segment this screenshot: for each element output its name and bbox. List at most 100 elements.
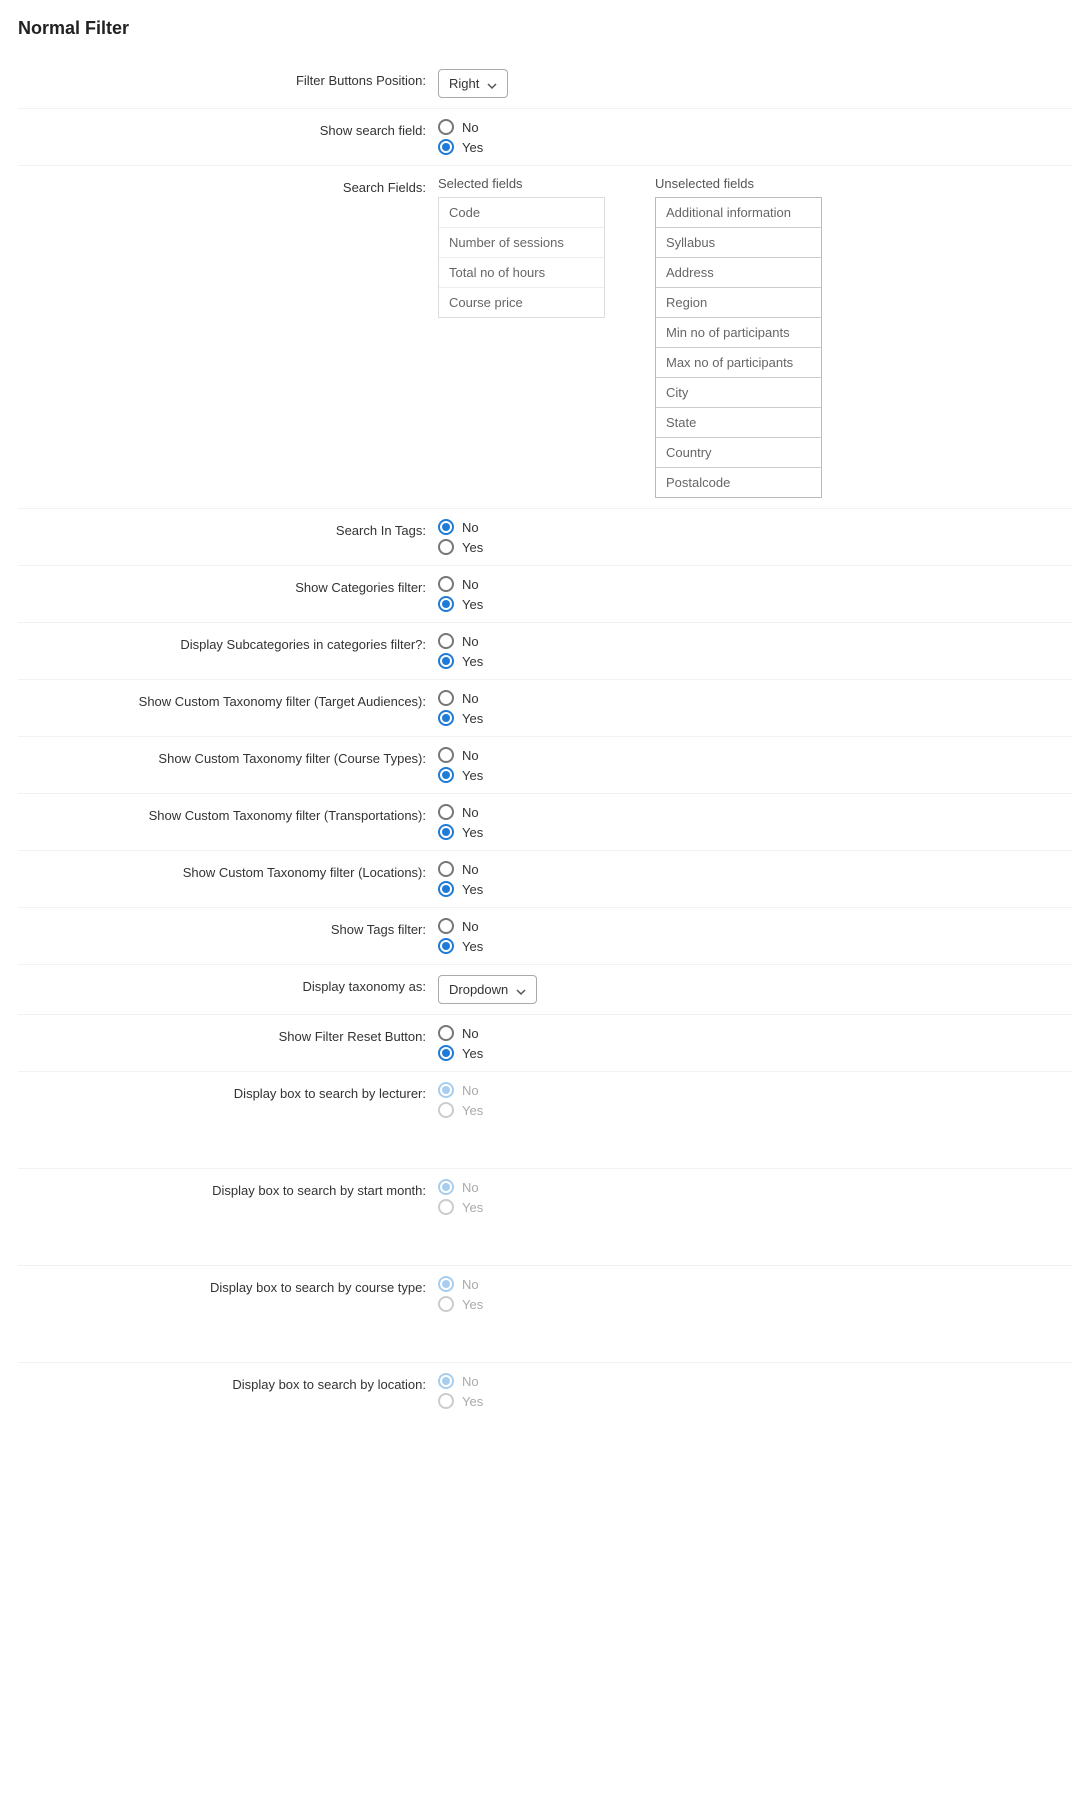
display-subcategories-option-no[interactable]: No	[438, 633, 483, 649]
radio-icon	[438, 576, 454, 592]
radio-label: Yes	[462, 882, 483, 897]
display-box-lecturer-label: Display box to search by lecturer:	[18, 1082, 438, 1118]
show-search-field-label: Show search field:	[18, 119, 438, 155]
row-show-taxonomy-transportations: Show Custom Taxonomy filter (Transportat…	[18, 794, 1072, 851]
row-display-box-lecturer: Display box to search by lecturer: No Yes	[18, 1072, 1072, 1169]
radio-label: No	[462, 120, 479, 135]
show-taxonomy-locations-option-no[interactable]: No	[438, 861, 483, 877]
show-categories-filter-option-no[interactable]: No	[438, 576, 483, 592]
field-item[interactable]: Min no of participants	[656, 318, 821, 348]
show-taxonomy-transportations-option-yes[interactable]: Yes	[438, 824, 483, 840]
show-taxonomy-course-types-radio-group: No Yes	[438, 747, 483, 783]
row-display-subcategories: Display Subcategories in categories filt…	[18, 623, 1072, 680]
row-search-fields: Search Fields: Selected fields CodeNumbe…	[18, 166, 1072, 509]
display-box-course-type-label: Display box to search by course type:	[18, 1276, 438, 1312]
radio-label: Yes	[462, 1046, 483, 1061]
show-filter-reset-button-option-yes[interactable]: Yes	[438, 1045, 483, 1061]
display-box-course-type-radio-group: NoYes	[438, 1276, 483, 1312]
show-taxonomy-target-audiences-label: Show Custom Taxonomy filter (Target Audi…	[18, 690, 438, 726]
show-taxonomy-course-types-option-yes[interactable]: Yes	[438, 767, 483, 783]
show-categories-filter-label: Show Categories filter:	[18, 576, 438, 612]
field-item[interactable]: Country	[656, 438, 821, 468]
search-in-tags-option-yes[interactable]: Yes	[438, 539, 483, 555]
row-show-taxonomy-locations: Show Custom Taxonomy filter (Locations):…	[18, 851, 1072, 908]
show-search-field-radio-group: No Yes	[438, 119, 483, 155]
radio-label: No	[462, 634, 479, 649]
field-item[interactable]: Number of sessions	[439, 228, 604, 258]
display-subcategories-label: Display Subcategories in categories filt…	[18, 633, 438, 669]
filter-buttons-position-value: Right	[449, 76, 479, 91]
show-search-field-option-no[interactable]: No	[438, 119, 483, 135]
field-item[interactable]: Total no of hours	[439, 258, 604, 288]
radio-label: Yes	[462, 825, 483, 840]
radio-icon	[438, 519, 454, 535]
show-taxonomy-target-audiences-option-no[interactable]: No	[438, 690, 483, 706]
radio-label: No	[462, 862, 479, 877]
show-filter-reset-button-label: Show Filter Reset Button:	[18, 1025, 438, 1061]
row-show-taxonomy-course-types: Show Custom Taxonomy filter (Course Type…	[18, 737, 1072, 794]
row-show-taxonomy-target-audiences: Show Custom Taxonomy filter (Target Audi…	[18, 680, 1072, 737]
radio-icon	[438, 119, 454, 135]
field-item[interactable]: Code	[439, 198, 604, 228]
radio-label: No	[462, 805, 479, 820]
show-taxonomy-transportations-radio-group: No Yes	[438, 804, 483, 840]
field-item[interactable]: City	[656, 378, 821, 408]
row-show-search-field: Show search field: No Yes	[18, 109, 1072, 166]
row-search-in-tags: Search In Tags: No Yes	[18, 509, 1072, 566]
show-categories-filter-option-yes[interactable]: Yes	[438, 596, 483, 612]
field-item[interactable]: State	[656, 408, 821, 438]
radio-label: No	[462, 691, 479, 706]
show-tags-filter-radio-group: No Yes	[438, 918, 483, 954]
filter-buttons-position-select[interactable]: Right	[438, 69, 508, 98]
show-taxonomy-course-types-option-no[interactable]: No	[438, 747, 483, 763]
display-box-lecturer-option-yes: Yes	[438, 1102, 483, 1118]
row-show-filter-reset-button: Show Filter Reset Button: No Yes	[18, 1015, 1072, 1072]
field-item[interactable]: Syllabus	[656, 228, 821, 258]
radio-icon	[438, 1082, 454, 1098]
radio-label: Yes	[462, 711, 483, 726]
chevron-down-icon	[487, 79, 497, 89]
show-filter-reset-button-option-no[interactable]: No	[438, 1025, 483, 1041]
show-taxonomy-target-audiences-option-yes[interactable]: Yes	[438, 710, 483, 726]
show-tags-filter-option-no[interactable]: No	[438, 918, 483, 934]
show-taxonomy-locations-option-yes[interactable]: Yes	[438, 881, 483, 897]
field-item[interactable]: Region	[656, 288, 821, 318]
radio-icon	[438, 938, 454, 954]
field-item[interactable]: Address	[656, 258, 821, 288]
display-box-lecturer-option-no: No	[438, 1082, 483, 1098]
display-taxonomy-as-select[interactable]: Dropdown	[438, 975, 537, 1004]
field-item[interactable]: Max no of participants	[656, 348, 821, 378]
search-in-tags-label: Search In Tags:	[18, 519, 438, 555]
search-in-tags-radio-group: No Yes	[438, 519, 483, 555]
radio-label: Yes	[462, 768, 483, 783]
radio-icon	[438, 1025, 454, 1041]
radio-label: Yes	[462, 140, 483, 155]
display-taxonomy-as-value: Dropdown	[449, 982, 508, 997]
field-item[interactable]: Additional information	[656, 198, 821, 228]
display-box-start-month-label: Display box to search by start month:	[18, 1179, 438, 1215]
radio-icon	[438, 881, 454, 897]
radio-icon	[438, 1276, 454, 1292]
show-tags-filter-option-yes[interactable]: Yes	[438, 938, 483, 954]
show-taxonomy-transportations-option-no[interactable]: No	[438, 804, 483, 820]
display-subcategories-option-yes[interactable]: Yes	[438, 653, 483, 669]
field-item[interactable]: Course price	[439, 288, 604, 317]
radio-label: Yes	[462, 1103, 483, 1118]
show-search-field-option-yes[interactable]: Yes	[438, 139, 483, 155]
unselected-fields-list: Additional informationSyllabusAddressReg…	[655, 197, 822, 498]
filter-buttons-position-label: Filter Buttons Position:	[18, 69, 438, 98]
search-in-tags-option-no[interactable]: No	[438, 519, 483, 535]
search-fields-dual-list: Selected fields CodeNumber of sessionsTo…	[438, 176, 822, 498]
radio-label: No	[462, 1374, 479, 1389]
radio-label: No	[462, 520, 479, 535]
row-display-box-location: Display box to search by location: NoYes	[18, 1363, 1072, 1419]
display-box-location-option-no: No	[438, 1373, 483, 1389]
field-item[interactable]: Postalcode	[656, 468, 821, 497]
radio-label: Yes	[462, 1200, 483, 1215]
selected-fields-header: Selected fields	[438, 176, 605, 191]
radio-label: Yes	[462, 597, 483, 612]
radio-icon	[438, 804, 454, 820]
display-box-course-type-option-no: No	[438, 1276, 483, 1292]
radio-icon	[438, 633, 454, 649]
radio-label: Yes	[462, 540, 483, 555]
